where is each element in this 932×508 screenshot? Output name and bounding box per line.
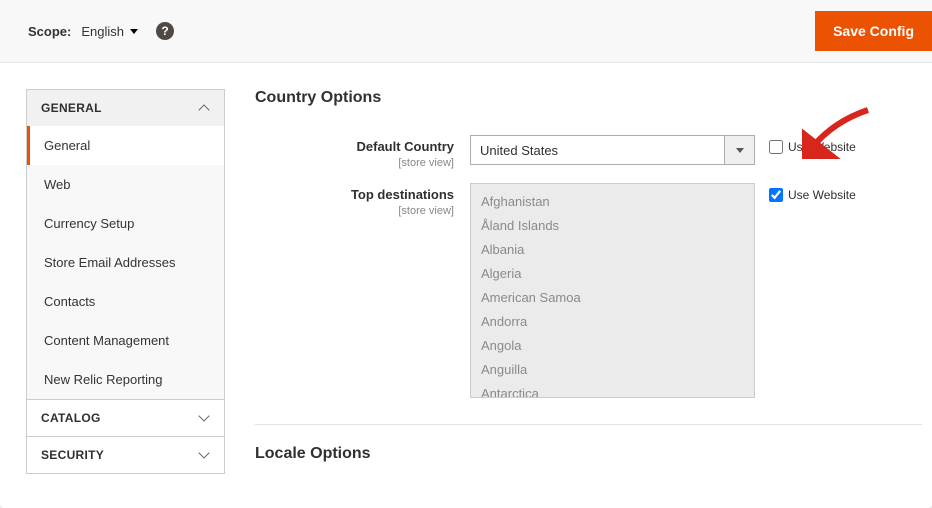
use-website-checkbox[interactable]	[769, 188, 783, 202]
scope-select[interactable]: English	[81, 24, 138, 39]
sidebar-section-general: GENERAL General Web Currency Setup Store…	[26, 89, 225, 400]
sidebar-section-security-header[interactable]: SECURITY	[27, 437, 224, 473]
scope-value: English	[81, 24, 124, 39]
use-website-top-destinations[interactable]: Use Website	[769, 183, 856, 202]
dropdown-button[interactable]	[724, 136, 754, 164]
use-website-default-country[interactable]: Use Website	[769, 135, 856, 154]
sidebar-item-general[interactable]: General	[27, 126, 224, 165]
use-website-checkbox[interactable]	[769, 140, 783, 154]
sidebar-section-catalog-header[interactable]: CATALOG	[27, 400, 224, 436]
section-divider	[255, 424, 922, 425]
help-icon[interactable]: ?	[156, 22, 174, 40]
list-item[interactable]: Andorra	[481, 310, 744, 334]
default-country-select[interactable]: United States	[470, 135, 755, 165]
chevron-down-icon	[198, 412, 210, 424]
row-default-country: Default Country [store view] United Stat…	[255, 135, 922, 169]
scope-label: Scope:	[28, 24, 71, 39]
sidebar-section-title: GENERAL	[41, 101, 102, 115]
use-website-label: Use Website	[788, 188, 856, 202]
caret-down-icon	[130, 29, 138, 34]
row-label: Top destinations [store view]	[255, 183, 470, 217]
sidebar-item-new-relic-reporting[interactable]: New Relic Reporting	[27, 360, 224, 399]
sidebar-item-web[interactable]: Web	[27, 165, 224, 204]
select-value: United States	[471, 136, 724, 164]
chevron-down-icon	[198, 449, 210, 461]
list-item[interactable]: Anguilla	[481, 358, 744, 382]
scope-hint: [store view]	[398, 157, 454, 169]
section-title-country-options: Country Options	[255, 89, 922, 107]
list-item[interactable]: Albania	[481, 238, 744, 262]
section-title-locale-options: Locale Options	[255, 445, 922, 463]
save-config-button[interactable]: Save Config	[815, 11, 932, 51]
top-bar: Scope: English ? Save Config	[0, 0, 932, 63]
scope-hint: [store view]	[398, 205, 454, 217]
list-item[interactable]: American Samoa	[481, 286, 744, 310]
list-item[interactable]: Afghanistan	[481, 190, 744, 214]
sidebar-item-store-email-addresses[interactable]: Store Email Addresses	[27, 243, 224, 282]
list-item[interactable]: Åland Islands	[481, 214, 744, 238]
row-top-destinations: Top destinations [store view] Afghanista…	[255, 183, 922, 398]
sidebar-section-security: SECURITY	[26, 436, 225, 474]
sidebar-section-general-body: General Web Currency Setup Store Email A…	[27, 126, 224, 399]
field-label: Default Country	[255, 139, 454, 154]
sidebar-item-contacts[interactable]: Contacts	[27, 282, 224, 321]
top-destinations-multiselect[interactable]: Afghanistan Åland Islands Albania Algeri…	[470, 183, 755, 398]
sidebar-section-catalog: CATALOG	[26, 399, 225, 437]
list-item[interactable]: Angola	[481, 334, 744, 358]
row-label: Default Country [store view]	[255, 135, 470, 169]
list-item[interactable]: Antarctica	[481, 382, 744, 398]
field-label: Top destinations	[255, 187, 454, 202]
list-item[interactable]: Algeria	[481, 262, 744, 286]
main-content: Country Options Default Country [store v…	[225, 63, 932, 508]
sidebar-section-general-header[interactable]: GENERAL	[27, 90, 224, 126]
sidebar-item-currency-setup[interactable]: Currency Setup	[27, 204, 224, 243]
sidebar-section-title: CATALOG	[41, 411, 101, 425]
sidebar-item-content-management[interactable]: Content Management	[27, 321, 224, 360]
chevron-up-icon	[198, 102, 210, 114]
sidebar-section-title: SECURITY	[41, 448, 104, 462]
sidebar: GENERAL General Web Currency Setup Store…	[0, 63, 225, 508]
row-control: Afghanistan Åland Islands Albania Algeri…	[470, 183, 755, 398]
use-website-label: Use Website	[788, 140, 856, 154]
row-control: United States	[470, 135, 755, 165]
